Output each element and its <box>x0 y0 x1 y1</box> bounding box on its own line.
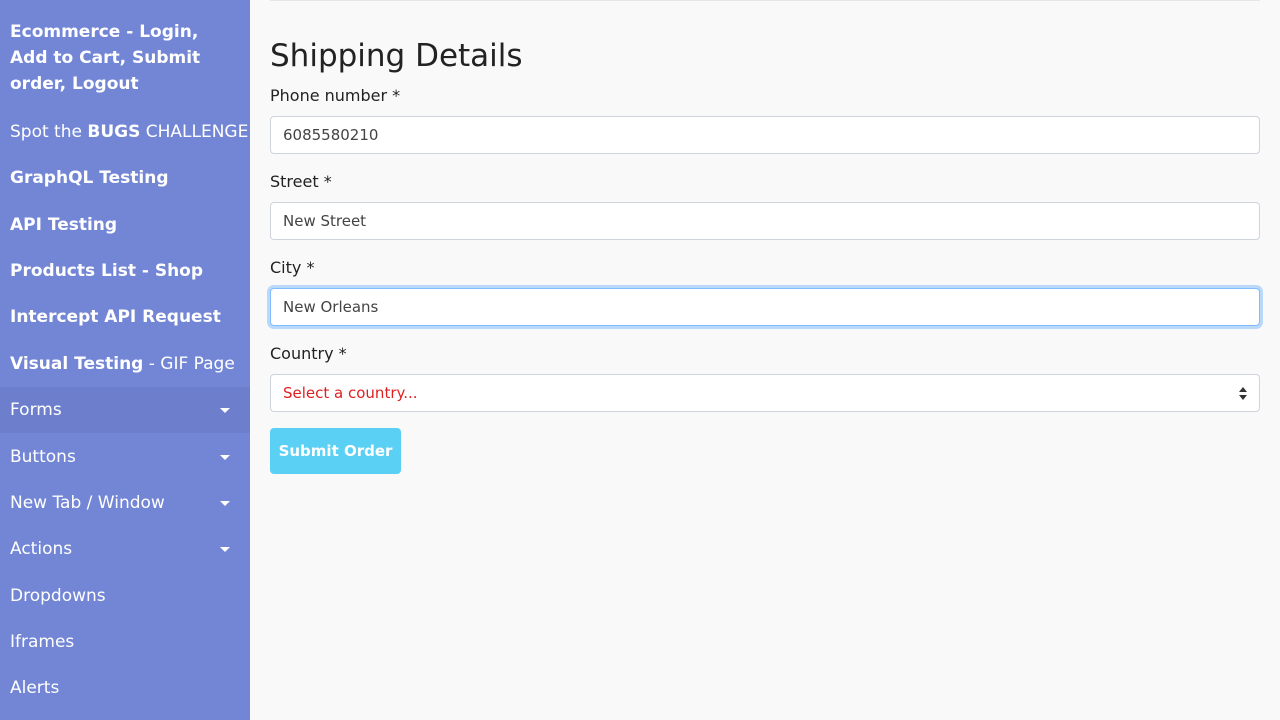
submit-order-button[interactable]: Submit Order <box>270 428 401 474</box>
city-label: City * <box>270 258 315 277</box>
sidebar-item-label: Intercept API Request <box>10 307 221 327</box>
sidebar-item-label: Buttons <box>10 447 76 467</box>
sidebar-item-label: Ecommerce - Login, Add to Cart, Submit o… <box>10 22 201 94</box>
country-select-value: Select a country... <box>283 384 418 402</box>
sidebar-item-dropdowns[interactable]: Dropdowns <box>0 573 250 619</box>
sidebar-item-label: Actions <box>10 539 73 559</box>
sidebar-item-label: Iframes <box>10 632 75 652</box>
sidebar-item-new-tab[interactable]: New Tab / Window <box>0 480 250 526</box>
sidebar-item-alerts[interactable]: Alerts <box>0 665 250 711</box>
country-label: Country * <box>270 344 347 363</box>
sidebar-item-label: Spot the <box>10 122 88 142</box>
caret-down-icon <box>220 547 230 552</box>
sidebar-item-ecommerce[interactable]: Ecommerce - Login, Add to Cart, Submit o… <box>0 19 250 97</box>
top-divider <box>270 0 1260 1</box>
sidebar-item-label-bold: Visual Testing <box>10 354 144 374</box>
street-label: Street * <box>270 172 332 191</box>
sidebar-item-graphql[interactable]: GraphQL Testing <box>0 165 250 191</box>
sidebar-item-iframes[interactable]: Iframes <box>0 619 250 665</box>
sidebar-item-label: - GIF Page <box>143 354 235 374</box>
sidebar-item-label: Products List - Shop <box>10 261 204 281</box>
phone-label: Phone number * <box>270 86 401 105</box>
page-title: Shipping Details <box>270 38 523 74</box>
select-arrows-icon <box>1239 387 1247 401</box>
sidebar-item-intercept[interactable]: Intercept API Request <box>0 304 250 330</box>
sidebar-item-products-list[interactable]: Products List - Shop <box>0 258 250 284</box>
city-input[interactable] <box>270 288 1260 326</box>
street-input[interactable] <box>270 202 1260 240</box>
sidebar: Ecommerce - Login, Add to Cart, Submit o… <box>0 0 250 720</box>
sidebar-item-actions[interactable]: Actions <box>0 526 250 572</box>
sidebar-item-label: Forms <box>10 400 62 420</box>
sidebar-item-api-testing[interactable]: API Testing <box>0 212 250 238</box>
sidebar-item-label: GraphQL Testing <box>10 168 169 188</box>
sidebar-item-label: Alerts <box>10 678 60 698</box>
caret-down-icon <box>220 455 230 460</box>
country-select[interactable]: Select a country... <box>270 374 1260 412</box>
phone-input[interactable] <box>270 116 1260 154</box>
sidebar-item-label-bold: BUGS <box>87 122 141 142</box>
sidebar-item-label: API Testing <box>10 215 118 235</box>
sidebar-item-spot-bugs[interactable]: Spot the BUGS CHALLENGE <box>0 119 250 145</box>
sidebar-item-forms[interactable]: Forms <box>0 387 250 433</box>
sidebar-item-visual-testing[interactable]: Visual Testing - GIF Page <box>0 351 250 377</box>
sidebar-item-label: CHALLENGE <box>140 122 249 142</box>
sidebar-item-label: Dropdowns <box>10 586 106 606</box>
caret-down-icon <box>220 501 230 506</box>
sidebar-item-label: New Tab / Window <box>10 493 165 513</box>
sidebar-item-buttons[interactable]: Buttons <box>0 434 250 480</box>
caret-down-icon <box>220 408 230 413</box>
